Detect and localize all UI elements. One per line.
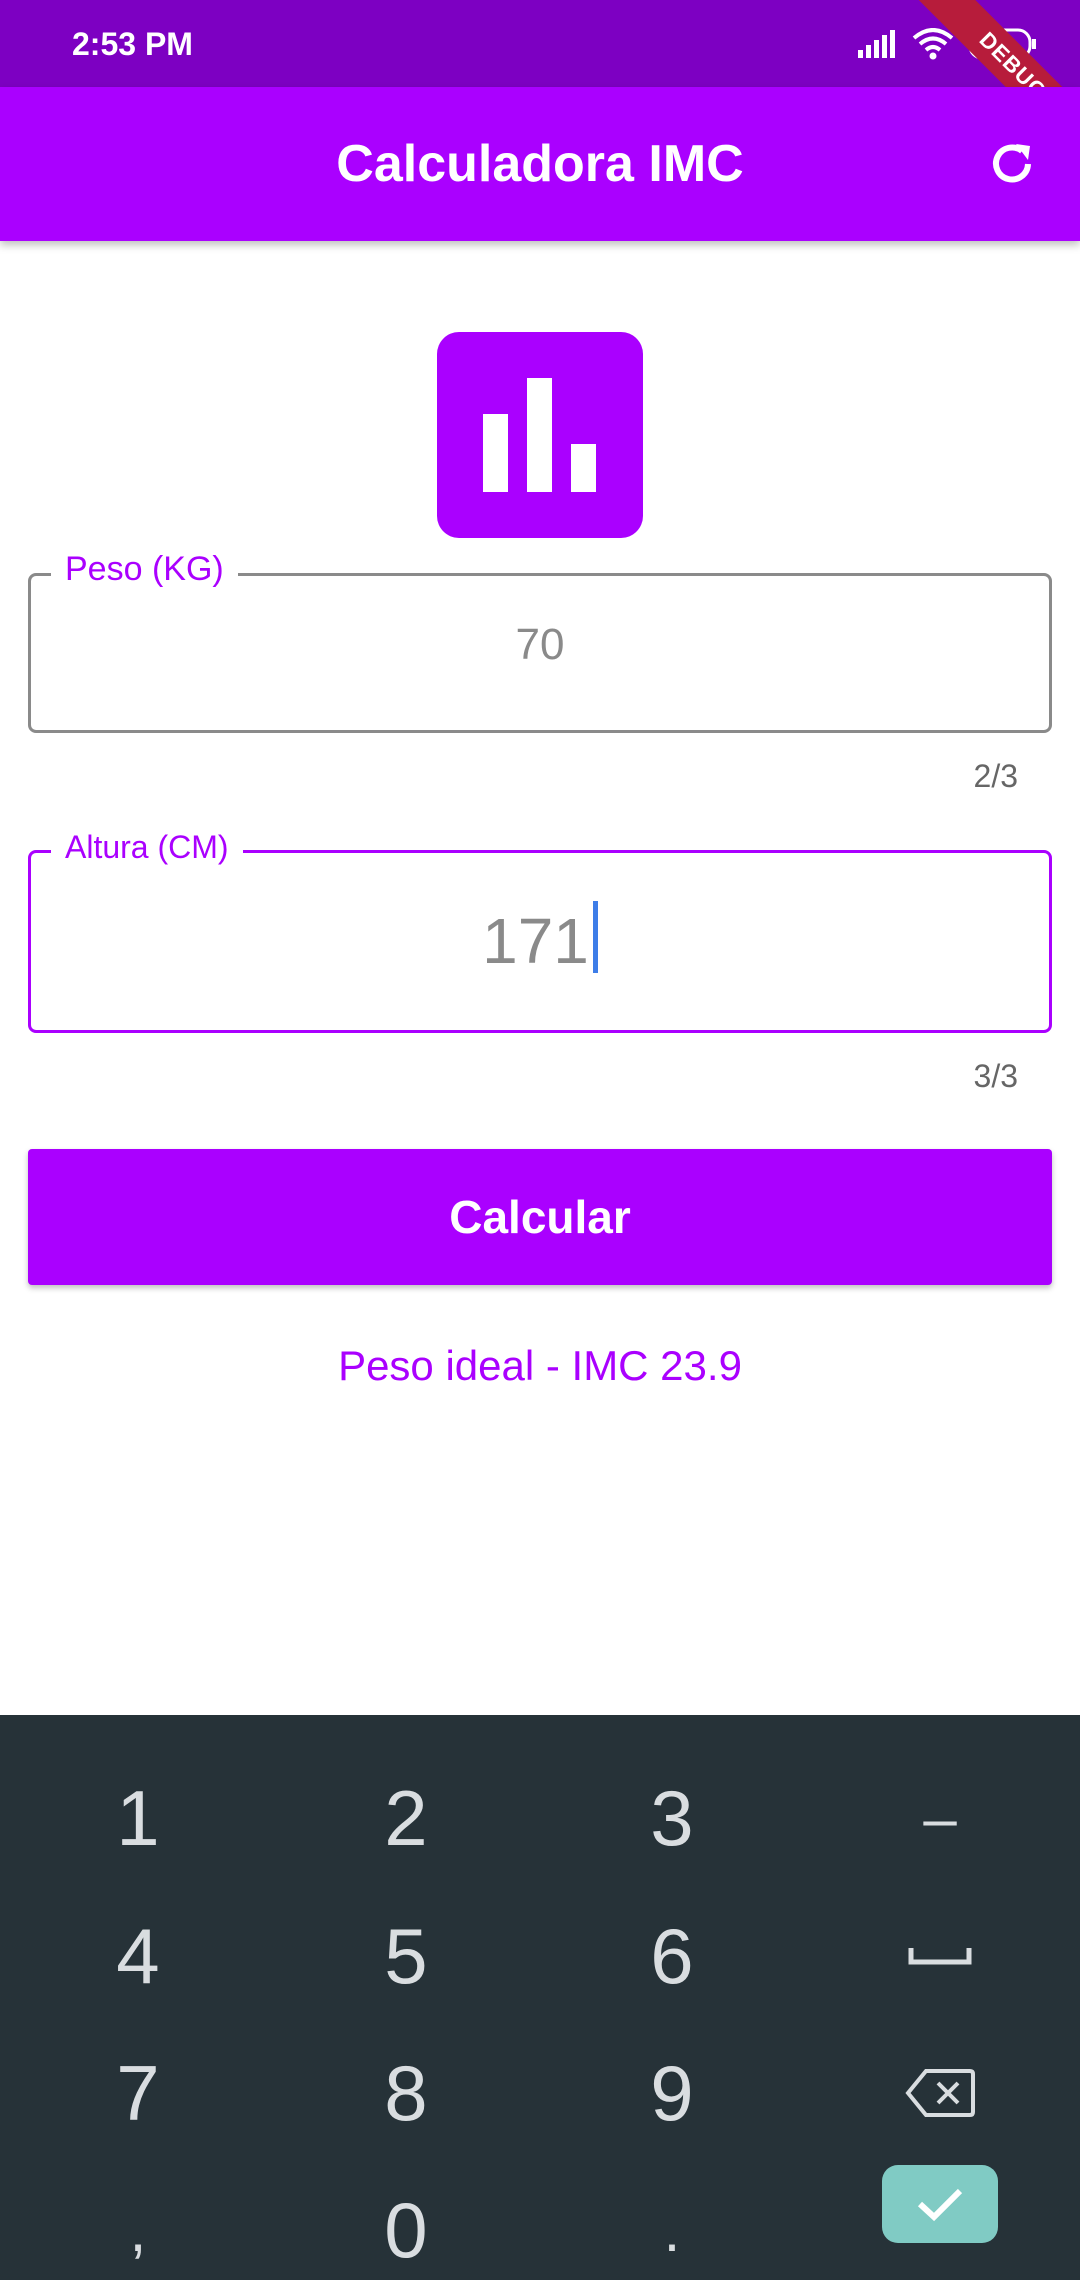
height-field[interactable]: Altura (CM) 171 — [28, 829, 1052, 1033]
app-title: Calculadora IMC — [336, 135, 744, 193]
status-bar: 2:53 PM — [0, 0, 1080, 87]
signal-icon — [858, 30, 898, 58]
key-6[interactable]: 6 — [572, 1896, 772, 2016]
key-5[interactable]: 5 — [306, 1896, 506, 2016]
done-key[interactable] — [882, 2165, 998, 2243]
height-counter: 3/3 — [973, 1058, 1018, 1094]
height-label: Altura (CM) — [51, 829, 243, 866]
refresh-icon — [993, 144, 1031, 183]
app-screen: 2:53 PM DEBUG Calculadora IMC Peso (KG) … — [0, 0, 1080, 2280]
key-comma[interactable]: , — [38, 2170, 238, 2280]
height-value-wrap: 171 — [31, 901, 1049, 978]
logo-bar — [483, 414, 508, 492]
space-bar-icon — [908, 1948, 972, 1965]
wifi-icon — [912, 28, 954, 60]
key-4[interactable]: 4 — [38, 1896, 238, 2016]
text-cursor — [592, 901, 598, 973]
key-7[interactable]: 7 — [38, 2033, 238, 2153]
calculate-button[interactable]: Calcular — [28, 1149, 1052, 1285]
check-icon — [917, 2188, 963, 2222]
key-2[interactable]: 2 — [306, 1758, 506, 1878]
app-bar: Calculadora IMC — [0, 87, 1080, 241]
status-time: 2:53 PM — [72, 26, 193, 62]
weight-value: 70 — [515, 620, 565, 669]
key-1[interactable]: 1 — [38, 1758, 238, 1878]
weight-label: Peso (KG) — [51, 550, 238, 589]
refresh-button[interactable] — [972, 124, 1052, 204]
key-9[interactable]: 9 — [572, 2033, 772, 2153]
result-text: Peso ideal - IMC 23.9 — [338, 1342, 742, 1389]
logo-bar — [527, 378, 552, 492]
key-minus[interactable]: – — [840, 1758, 1040, 1878]
weight-counter: 2/3 — [973, 758, 1018, 794]
key-3[interactable]: 3 — [572, 1758, 772, 1878]
key-8[interactable]: 8 — [306, 2033, 506, 2153]
weight-field[interactable]: Peso (KG) 70 — [28, 550, 1052, 733]
backspace-icon — [905, 2069, 975, 2117]
key-backspace[interactable] — [840, 2033, 1040, 2153]
logo-bar — [571, 444, 596, 492]
key-space[interactable] — [840, 1896, 1040, 2016]
key-0[interactable]: 0 — [306, 2170, 506, 2280]
key-dot[interactable]: . — [572, 2170, 772, 2280]
bar-chart-icon — [437, 332, 643, 538]
height-value: 171 — [482, 905, 589, 977]
